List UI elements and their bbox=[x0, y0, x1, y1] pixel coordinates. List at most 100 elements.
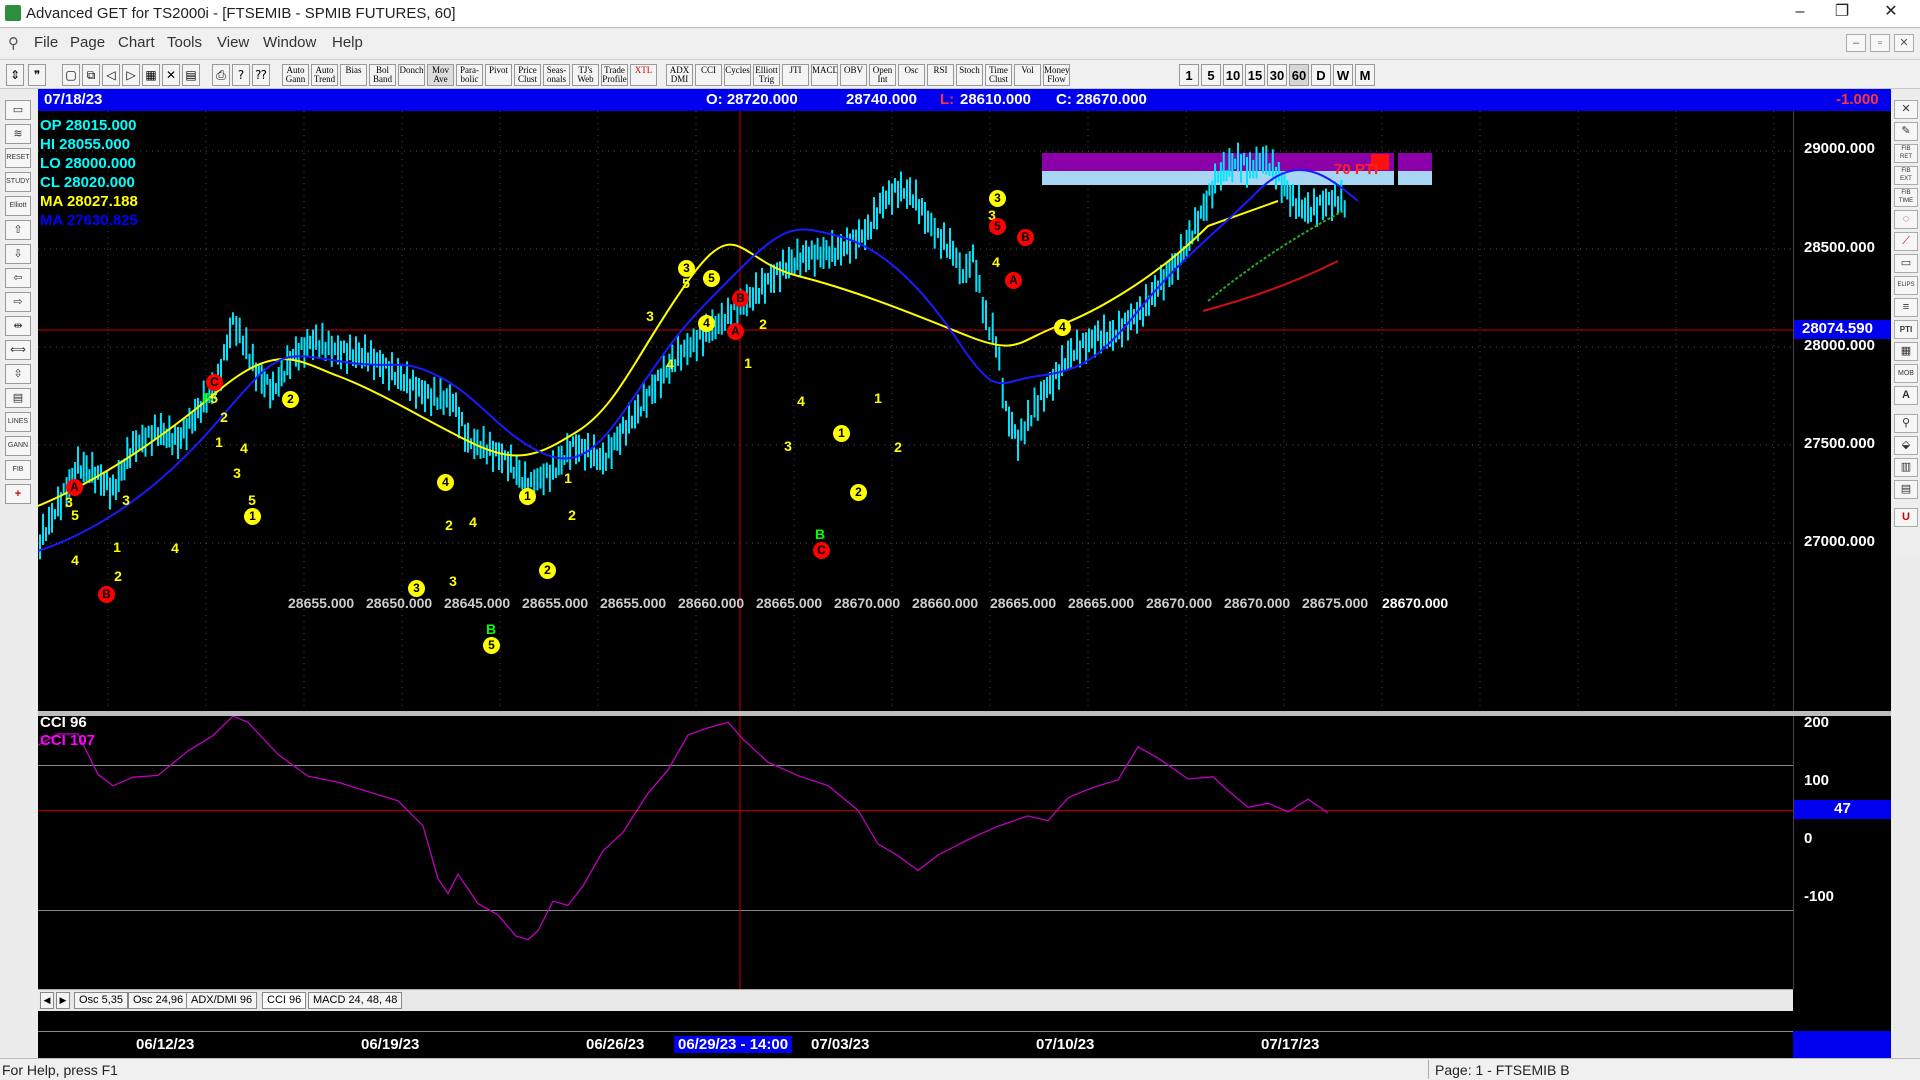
tab-adx-dmi-96[interactable]: ADX/DMI 96 bbox=[186, 992, 258, 1009]
gann-button[interactable]: GANN bbox=[5, 436, 31, 456]
osc-button[interactable]: Osc bbox=[898, 64, 925, 86]
obv-button[interactable]: OBV bbox=[840, 64, 867, 86]
tjs-web-button[interactable]: TJ's Web bbox=[572, 64, 599, 86]
vertical-expand-icon[interactable]: ⇳ bbox=[5, 364, 31, 384]
tab-osc-5-35[interactable]: Osc 5,35 bbox=[74, 992, 129, 1009]
tab-scroll-left-icon[interactable]: ◀ bbox=[40, 992, 54, 1009]
context-help-icon[interactable]: ⁇ bbox=[252, 64, 270, 86]
auto-gann-button[interactable]: Auto Gann bbox=[282, 64, 309, 86]
help-icon[interactable]: ? bbox=[232, 64, 250, 86]
timeframe-10-button[interactable]: 10 bbox=[1223, 64, 1243, 86]
menu-chart[interactable]: Chart bbox=[118, 34, 155, 51]
study-button[interactable]: STUDY bbox=[5, 172, 31, 192]
crosshair-icon[interactable]: + bbox=[5, 484, 31, 504]
pivot-button[interactable]: Pivot bbox=[485, 64, 512, 86]
lines-button[interactable]: LINES bbox=[5, 412, 31, 432]
fib-button[interactable]: FIB bbox=[5, 460, 31, 480]
menu-view[interactable]: View bbox=[217, 34, 249, 51]
mdi-restore-button[interactable]: ▫ bbox=[1870, 34, 1890, 52]
new-page-icon[interactable]: ▢ bbox=[62, 64, 80, 86]
menu-file[interactable]: File bbox=[34, 34, 58, 51]
price-panel[interactable]: OP 28015.000 HI 28055.000 LO 28000.000 C… bbox=[38, 111, 1793, 711]
timeframe-w-button[interactable]: W bbox=[1333, 64, 1353, 86]
table-icon[interactable]: ▤ bbox=[5, 388, 31, 408]
maximize-button[interactable]: ❐ bbox=[1822, 0, 1862, 26]
text-tool-button[interactable]: A bbox=[1894, 386, 1918, 405]
expand-icon[interactable]: ⟺ bbox=[5, 340, 31, 360]
print-icon[interactable]: ⎙ bbox=[212, 64, 230, 86]
fib-time-button[interactable]: FIB TIME bbox=[1894, 188, 1918, 207]
menu-help[interactable]: Help bbox=[332, 34, 363, 51]
calculator-icon[interactable]: ▥ bbox=[1894, 458, 1918, 477]
vol-button[interactable]: Vol bbox=[1014, 64, 1041, 86]
rsi-button[interactable]: RSI bbox=[927, 64, 954, 86]
adx-dmi-button[interactable]: ADX DMI bbox=[666, 64, 693, 86]
lines-tool-icon[interactable]: ≡ bbox=[1894, 298, 1918, 317]
donch-button[interactable]: Donch bbox=[398, 64, 425, 86]
chart-icon[interactable]: ▤ bbox=[182, 64, 200, 86]
tab-cci-96[interactable]: CCI 96 bbox=[262, 992, 307, 1009]
tab-macd[interactable]: MACD 24, 48, 48 bbox=[308, 992, 403, 1009]
delete-icon[interactable]: ✕ bbox=[162, 64, 180, 86]
menu-tools[interactable]: Tools bbox=[167, 34, 202, 51]
up-arrow-icon[interactable]: ⇧ bbox=[5, 220, 31, 240]
forward-icon[interactable]: ▷ bbox=[122, 64, 140, 86]
document-icon[interactable]: ⚲ bbox=[8, 34, 19, 52]
elliott-button[interactable]: Elliott bbox=[5, 196, 31, 216]
auto-trend-button[interactable]: Auto Trend bbox=[311, 64, 338, 86]
bias-button[interactable]: Bias bbox=[340, 64, 367, 86]
quote-icon[interactable]: ❞ bbox=[28, 64, 46, 86]
close-tool-icon[interactable]: ✕ bbox=[1894, 100, 1918, 119]
u-tool-button[interactable]: U bbox=[1894, 508, 1918, 527]
bars-icon[interactable]: ≋ bbox=[5, 124, 31, 144]
fib-ret-button[interactable]: FIB RET bbox=[1894, 144, 1918, 163]
price-chart[interactable] bbox=[38, 111, 1793, 711]
timeframe-15-button[interactable]: 15 bbox=[1245, 64, 1265, 86]
cci-button[interactable]: CCI bbox=[695, 64, 722, 86]
back-icon[interactable]: ◁ bbox=[102, 64, 120, 86]
price-clust-button[interactable]: Price Clust bbox=[514, 64, 541, 86]
left-arrow-icon[interactable]: ⇦ bbox=[5, 268, 31, 288]
pointer-icon[interactable]: ⇕ bbox=[6, 64, 24, 86]
stoch-button[interactable]: Stoch bbox=[956, 64, 983, 86]
report-icon[interactable]: ▤ bbox=[1894, 480, 1918, 499]
macd-button[interactable]: MACD bbox=[811, 64, 838, 86]
arc-icon[interactable]: ◌ bbox=[1894, 210, 1918, 229]
cci-chart[interactable] bbox=[38, 716, 1793, 989]
trade-profile-button[interactable]: Trade Profile bbox=[601, 64, 628, 86]
paint-icon[interactable]: ⬙ bbox=[1894, 436, 1918, 455]
parabolic-button[interactable]: Para-bolic bbox=[456, 64, 483, 86]
copy-icon[interactable]: ⧉ bbox=[82, 64, 100, 86]
mob-button[interactable]: MOB bbox=[1894, 364, 1918, 383]
bol-band-button[interactable]: Bol Band bbox=[369, 64, 396, 86]
mdi-minimize-button[interactable]: – bbox=[1846, 34, 1866, 52]
minimize-button[interactable]: – bbox=[1780, 0, 1820, 26]
fan-icon[interactable]: ⟋ bbox=[1894, 232, 1918, 251]
menu-window[interactable]: Window bbox=[263, 34, 316, 51]
timeframe-60-button[interactable]: 60 bbox=[1289, 64, 1309, 86]
timeframe-1-button[interactable]: 1 bbox=[1179, 64, 1199, 86]
grid-tool-icon[interactable]: ▦ bbox=[1894, 342, 1918, 361]
xtl-button[interactable]: XTL bbox=[630, 64, 657, 86]
tab-scroll-right-icon[interactable]: ▶ bbox=[56, 992, 70, 1009]
fib-ext-button[interactable]: FIB EXT bbox=[1894, 166, 1918, 185]
grid-icon[interactable]: ▦ bbox=[142, 64, 160, 86]
timeframe-d-button[interactable]: D bbox=[1311, 64, 1331, 86]
elliott-trig-button[interactable]: Elliott Trig bbox=[753, 64, 780, 86]
price-scale[interactable]: 29000.000 28500.000 28000.000 27500.000 … bbox=[1793, 111, 1891, 711]
timeframe-30-button[interactable]: 30 bbox=[1267, 64, 1287, 86]
cci-scale[interactable]: 200 100 0 -100 47 bbox=[1793, 714, 1891, 989]
mov-ave-button[interactable]: Mov Ave bbox=[427, 64, 454, 86]
pti-button[interactable]: PTI bbox=[1894, 320, 1918, 339]
cycles-button[interactable]: Cycles bbox=[724, 64, 751, 86]
folder-icon[interactable]: ▭ bbox=[5, 100, 31, 120]
compress-icon[interactable]: ⇹ bbox=[5, 316, 31, 336]
money-flow-button[interactable]: Money Flow bbox=[1043, 64, 1070, 86]
pencil-icon[interactable]: ✎ bbox=[1894, 122, 1918, 141]
right-arrow-icon[interactable]: ⇨ bbox=[5, 292, 31, 312]
timeframe-5-button[interactable]: 5 bbox=[1201, 64, 1221, 86]
down-arrow-icon[interactable]: ⇩ bbox=[5, 244, 31, 264]
mdi-close-button[interactable]: ✕ bbox=[1894, 34, 1914, 52]
timeframe-m-button[interactable]: M bbox=[1355, 64, 1375, 86]
zoom-icon[interactable]: ⚲ bbox=[1894, 414, 1918, 433]
